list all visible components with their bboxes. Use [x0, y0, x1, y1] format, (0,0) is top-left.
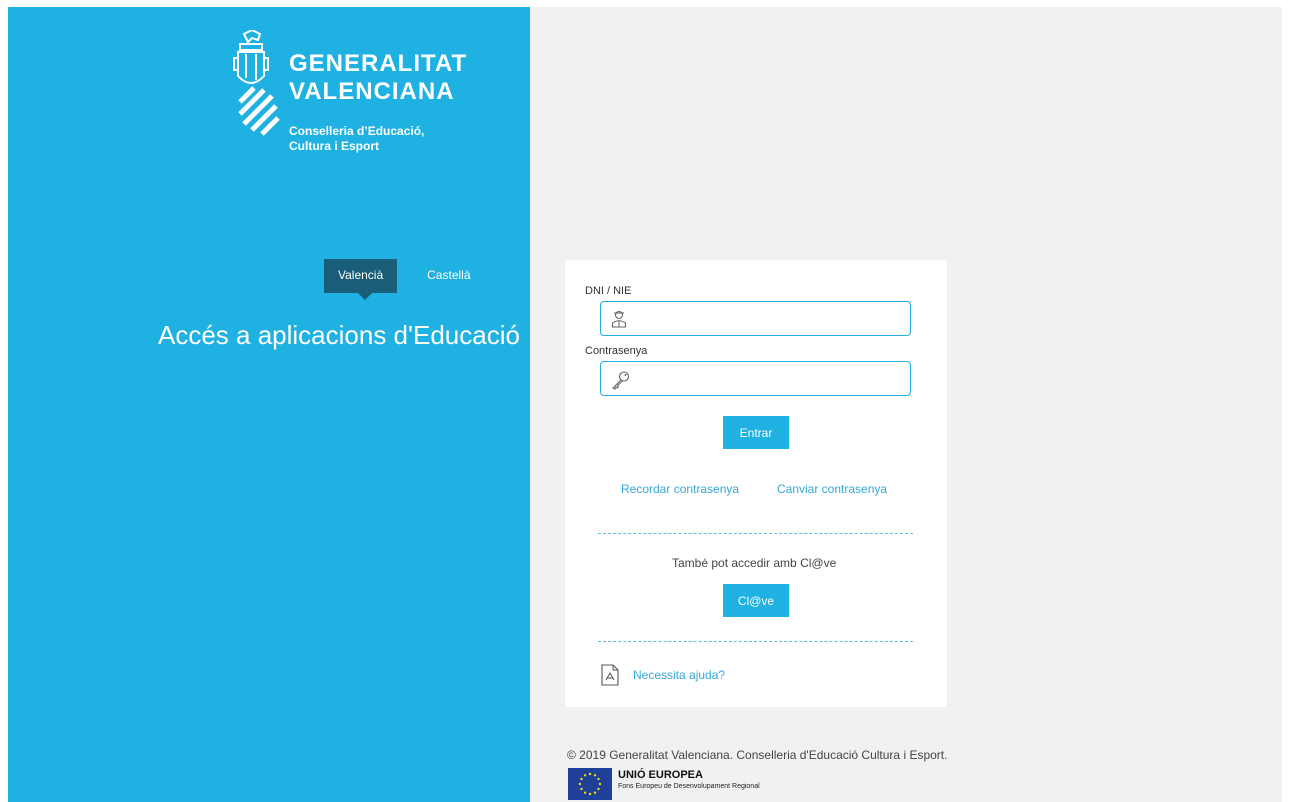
user-input[interactable] — [641, 306, 905, 334]
brand-subtitle-line1: Conselleria d’Educació, — [289, 124, 425, 138]
login-card: DNI / NIE Contrasenya Entrar Recordar co… — [565, 260, 947, 707]
entrar-button[interactable]: Entrar — [723, 416, 789, 449]
page-title: Accés a aplicacions d'Educació — [158, 320, 520, 350]
brand-subtitle: Conselleria d’Educació, Cultura i Esport — [289, 124, 424, 154]
eu-title: UNIÓ EUROPEA — [618, 769, 703, 781]
clave-text: També pot accedir amb Cl@ve — [672, 556, 837, 570]
eu-funding-logo: UNIÓ EUROPEA Fons Europeu de Desenvolupa… — [568, 768, 828, 800]
change-password-link[interactable]: Canviar contrasenya — [777, 482, 887, 496]
copyright-text: © 2019 Generalitat Valenciana. Conseller… — [567, 748, 948, 762]
language-tabs: Valencià Castellà — [324, 259, 485, 300]
brand-title-line2: VALENCIANA — [289, 78, 455, 105]
generalitat-emblem-icon — [233, 30, 280, 136]
user-icon — [611, 310, 627, 328]
separator — [598, 641, 913, 642]
pdf-icon[interactable] — [601, 664, 619, 686]
brand-title: GENERALITAT VALENCIANA — [289, 50, 467, 106]
user-field-label: DNI / NIE — [585, 285, 632, 297]
brand-subtitle-line2: Cultura i Esport — [289, 139, 380, 153]
eu-subtitle: Fons Europeu de Desenvolupament Regional — [618, 783, 760, 790]
help-link[interactable]: Necessita ajuda? — [633, 668, 725, 682]
password-field — [600, 361, 911, 396]
key-icon — [612, 371, 630, 390]
password-field-label: Contrasenya — [585, 345, 648, 357]
eu-flag-icon — [568, 768, 612, 800]
clave-button[interactable]: Cl@ve — [723, 584, 789, 617]
tab-castella[interactable]: Castellà — [397, 259, 484, 293]
generalitat-logo: GENERALITAT VALENCIANA Conselleria d’Edu… — [232, 30, 532, 170]
brand-title-line1: GENERALITAT — [289, 50, 468, 77]
user-field — [600, 301, 911, 336]
separator — [598, 533, 913, 534]
password-input[interactable] — [641, 366, 905, 394]
tab-valencia[interactable]: Valencià — [324, 259, 398, 300]
remember-password-link[interactable]: Recordar contrasenya — [621, 482, 739, 496]
